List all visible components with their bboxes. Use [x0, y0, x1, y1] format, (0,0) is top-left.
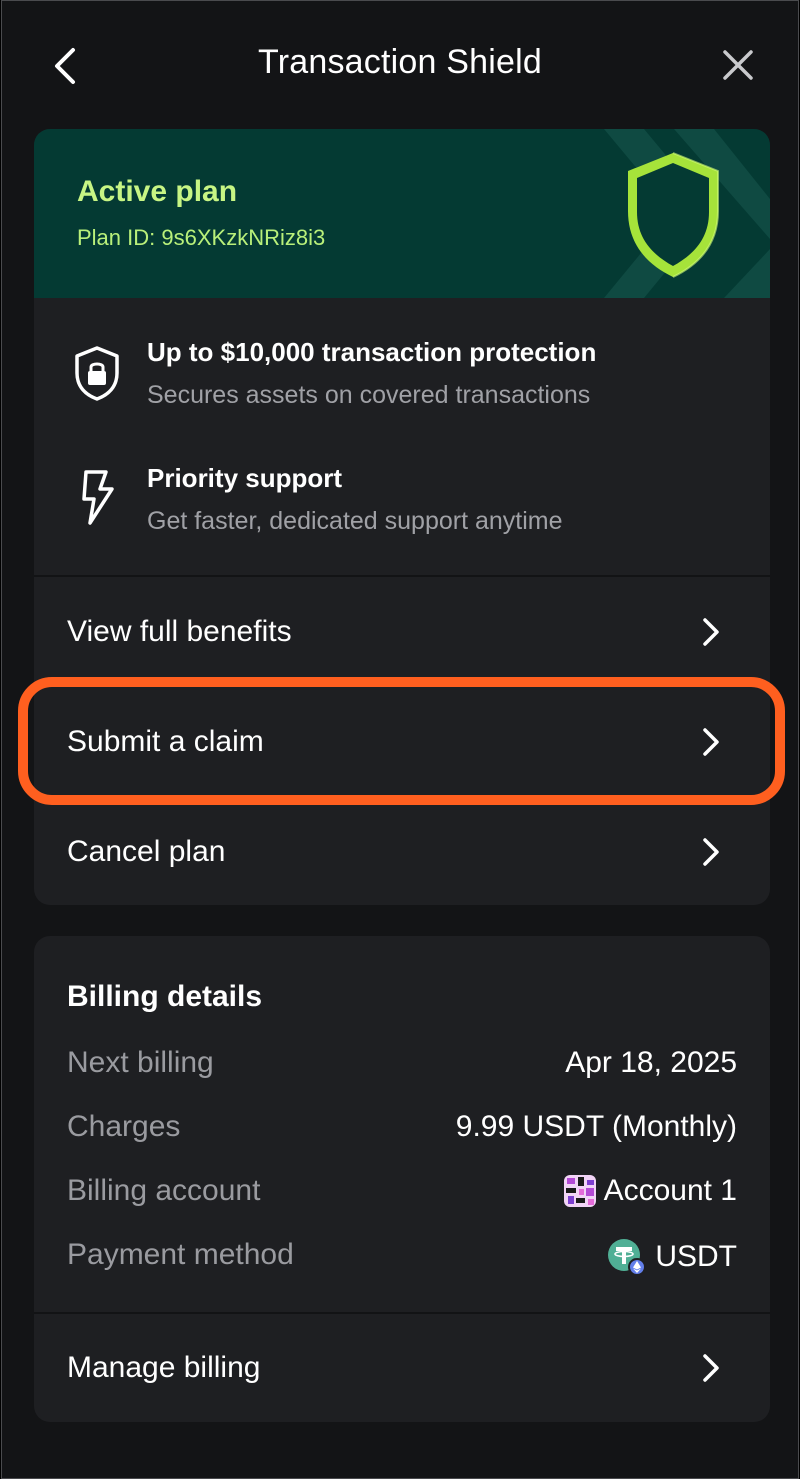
- billing-label: Billing account: [67, 1174, 261, 1207]
- shield-badge-icon: [628, 152, 719, 278]
- benefit-title: Priority support: [147, 463, 343, 493]
- billing-label: Next billing: [67, 1046, 214, 1079]
- benefit-subtitle: Get faster, dedicated support anytime: [147, 507, 563, 535]
- payment-method-value: USDT: [655, 1240, 737, 1273]
- row-label: Manage billing: [67, 1351, 261, 1384]
- shield-lock-icon: [75, 346, 119, 401]
- close-button[interactable]: [714, 41, 762, 89]
- header: Transaction Shield: [2, 1, 798, 129]
- account-name: Account 1: [603, 1174, 737, 1207]
- billing-value: Apr 18, 2025: [565, 1046, 737, 1080]
- billing-title: Billing details: [67, 980, 263, 1013]
- row-label: Cancel plan: [67, 835, 226, 868]
- row-label: View full benefits: [67, 615, 292, 648]
- submit-claim-row[interactable]: Submit a claim: [34, 687, 770, 797]
- billing-card: Billing details Next billing Apr 18, 202…: [34, 936, 770, 1422]
- plan-status: Active plan: [77, 175, 238, 208]
- billing-row-payment: Payment method USDT: [67, 1238, 737, 1278]
- account-avatar-icon: [563, 1175, 596, 1207]
- cancel-plan-row[interactable]: Cancel plan: [34, 797, 770, 905]
- transaction-shield-screen: Transaction Shield Active plan Plan ID: …: [1, 0, 799, 1479]
- benefit-subtitle: Secures assets on covered transactions: [147, 381, 591, 409]
- benefit-title: Up to $10,000 transaction protection: [147, 337, 597, 367]
- billing-label: Payment method: [67, 1238, 294, 1271]
- billing-row-next: Next billing Apr 18, 2025: [67, 1046, 737, 1086]
- plan-banner: Active plan Plan ID: 9s6XKzkNRiz8i3: [34, 129, 770, 298]
- benefit-protection: Up to $10,000 transaction protection Sec…: [34, 329, 770, 429]
- view-full-benefits-row[interactable]: View full benefits: [34, 577, 770, 687]
- chevron-right-icon: [703, 1354, 719, 1382]
- lightning-icon: [82, 470, 114, 525]
- plan-card: Active plan Plan ID: 9s6XKzkNRiz8i3 Up t…: [34, 129, 770, 905]
- chevron-right-icon: [703, 728, 719, 756]
- billing-value: 9.99 USDT (Monthly): [456, 1110, 737, 1144]
- billing-value: Account 1: [563, 1174, 737, 1208]
- plan-id: Plan ID: 9s6XKzkNRiz8i3: [77, 225, 326, 250]
- benefit-support: Priority support Get faster, dedicated s…: [34, 455, 770, 555]
- chevron-right-icon: [703, 838, 719, 866]
- page-title: Transaction Shield: [258, 43, 542, 81]
- charges-value: 9.99 USDT (Monthly): [455, 1110, 737, 1143]
- billing-row-charges: Charges 9.99 USDT (Monthly): [67, 1110, 737, 1150]
- chevron-right-icon: [703, 618, 719, 646]
- close-icon: [723, 50, 753, 80]
- next-billing-date: Apr 18, 2025: [565, 1046, 737, 1079]
- usdt-token-icon: [608, 1239, 647, 1276]
- billing-label: Charges: [67, 1110, 181, 1143]
- billing-row-account: Billing account Account 1: [67, 1174, 737, 1214]
- row-label: Submit a claim: [67, 725, 264, 758]
- billing-value: USDT: [607, 1238, 737, 1276]
- manage-billing-row[interactable]: Manage billing: [34, 1314, 770, 1422]
